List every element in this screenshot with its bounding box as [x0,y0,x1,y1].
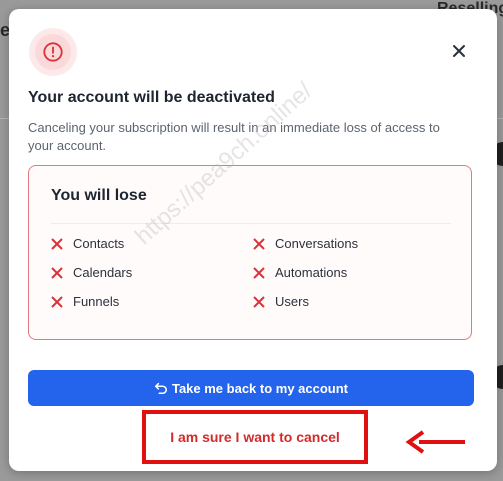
loss-item-label: Automations [275,265,348,280]
loss-item-automations: Automations [253,265,347,280]
dialog-title: Your account will be deactivated [28,89,275,106]
loss-item-label: Funnels [73,294,120,309]
x-icon [51,295,63,308]
x-icon [253,266,265,279]
loss-item-label: Contacts [73,236,125,251]
back-button-label: Take me back to my account [171,380,349,396]
close-icon [453,45,465,57]
loss-item-conversations: Conversations [253,236,358,251]
loss-summary-title: You will lose [51,187,147,204]
confirm-cancel-link[interactable]: I am sure I want to cancel [170,429,340,445]
dialog-description: Canceling your subscription will result … [28,120,440,153]
loss-item-label: Users [275,294,309,309]
close-button[interactable] [449,41,469,61]
background-divider [0,118,9,119]
loss-item-label: Conversations [275,236,359,251]
divider [51,223,451,224]
loss-summary-box: You will lose Contacts Conversations Cal… [28,165,472,340]
x-icon [51,237,63,250]
warning-icon-badge [29,28,77,76]
pointer-arrow-icon [405,430,465,454]
loss-item-calendars: Calendars [51,265,132,280]
back-to-account-button[interactable]: Take me back to my account [28,370,474,406]
loss-item-contacts: Contacts [51,236,124,251]
loss-item-users: Users [253,294,309,309]
undo-arrow-icon [154,382,167,395]
x-icon [253,237,265,250]
background-divider [497,118,503,119]
deactivate-dialog: Your account will be deactivated Canceli… [9,9,497,471]
cancel-highlight-box: I am sure I want to cancel [142,410,368,464]
x-icon [51,266,63,279]
loss-item-funnels: Funnels [51,294,119,309]
loss-item-label: Calendars [73,265,133,280]
x-icon [253,295,265,308]
alert-circle-icon [43,42,63,62]
